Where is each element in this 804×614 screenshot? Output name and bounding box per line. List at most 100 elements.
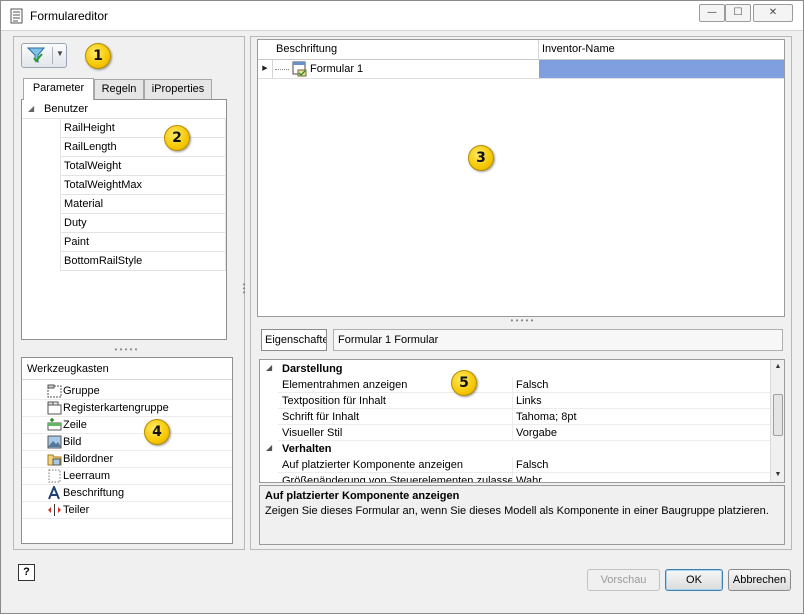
parameter-item[interactable]: Paint [60, 233, 226, 252]
empty-space-icon [48, 469, 61, 483]
toolbox-item-zeile[interactable]: Zeile [22, 417, 232, 434]
window-title: Formulareditor [30, 9, 109, 23]
callout-badge: 5 [451, 370, 477, 396]
split-divider [52, 47, 53, 64]
image-icon [47, 435, 62, 449]
left-splitter-handle[interactable]: • • • • • [114, 346, 138, 354]
property-value[interactable]: Tahoma; 8pt [516, 411, 577, 423]
toolbox-item-gruppe[interactable]: Gruppe [22, 383, 232, 400]
collapse-icon[interactable]: ◢ [28, 104, 34, 113]
property-row[interactable]: Auf platzierter Komponente anzeigen Fals… [278, 457, 770, 473]
minimize-button[interactable]: — [699, 4, 725, 22]
tab-group-icon [47, 401, 62, 415]
properties-tab[interactable]: Eigenschaften [261, 329, 327, 351]
parameter-item[interactable]: TotalWeightMax [60, 176, 226, 195]
grid-row[interactable]: ▶ Formular 1 [258, 60, 784, 79]
property-key: Textposition für Inhalt [282, 395, 386, 407]
funnel-filter-icon [26, 47, 46, 63]
toolbox-item-label: Teiler [63, 504, 90, 516]
group-icon [47, 384, 62, 398]
grid-header: Beschriftung Inventor-Name [258, 40, 784, 60]
toolbox-item-bild[interactable]: Bild [22, 434, 232, 451]
tree-group-label: Benutzer [44, 103, 89, 115]
collapse-icon[interactable]: ◢ [266, 443, 272, 452]
property-row[interactable]: Textposition für Inhalt Links [278, 393, 770, 409]
form-grid: Beschriftung Inventor-Name ▶ Formular 1 [257, 39, 785, 317]
row-selector-icon[interactable]: ▶ [258, 60, 273, 78]
column-header-inventor-name[interactable]: Inventor-Name [539, 40, 784, 60]
grid-splitter-handle[interactable]: • • • • • [251, 317, 793, 325]
filter-dropdown-button[interactable]: ▼ [21, 43, 67, 68]
tab-iproperties[interactable]: iProperties [144, 79, 212, 99]
parameter-item[interactable]: Duty [60, 214, 226, 233]
collapse-icon[interactable]: ◢ [266, 363, 272, 372]
column-header-beschriftung[interactable]: Beschriftung [273, 40, 539, 60]
scroll-down-icon[interactable]: ▼ [771, 468, 784, 482]
ok-button[interactable]: OK [665, 569, 723, 591]
parameter-item[interactable]: TotalWeight [60, 157, 226, 176]
parameter-item[interactable]: Material [60, 195, 226, 214]
tree-group-benutzer[interactable]: ◢ Benutzer [22, 100, 226, 119]
toolbox: Werkzeugkasten Gruppe Registerkartengrup… [21, 357, 233, 544]
category-verhalten[interactable]: ◢ Verhalten [260, 441, 770, 457]
callout-badge: 4 [144, 419, 170, 445]
callout-badge: 3 [468, 145, 494, 171]
close-button[interactable]: ✕ [753, 4, 793, 22]
property-key: Visueller Stil [282, 427, 343, 439]
callout-badge: 2 [164, 125, 190, 151]
property-value[interactable]: Vorgabe [516, 427, 557, 439]
cancel-button[interactable]: Abbrechen [728, 569, 791, 591]
property-value[interactable]: Falsch [516, 379, 548, 391]
divider [512, 409, 513, 424]
tab-parameter[interactable]: Parameter [23, 78, 94, 100]
toolbox-item-label: Leerraum [63, 470, 111, 482]
label-icon [48, 486, 60, 500]
parameter-item[interactable]: BottomRailStyle [60, 252, 226, 271]
maximize-button[interactable]: ☐ [725, 4, 751, 22]
property-row[interactable]: Schrift für Inhalt Tahoma; 8pt [278, 409, 770, 425]
property-key: Größenänderung von Steuerelementen zulas… [282, 475, 512, 483]
toolbox-item-registerkartengruppe[interactable]: Registerkartengruppe [22, 400, 232, 417]
divider [512, 377, 513, 392]
tab-regeln[interactable]: Regeln [94, 79, 144, 99]
property-grid-scrollbar[interactable]: ▲ ▼ [770, 360, 784, 482]
vertical-splitter-handle[interactable]: • • • [241, 281, 247, 297]
parameter-item[interactable]: RailLength [60, 138, 226, 157]
property-key: Auf platzierter Komponente anzeigen [282, 459, 464, 471]
toolbox-item-beschriftung[interactable]: Beschriftung [22, 485, 232, 502]
divider [512, 457, 513, 472]
row-icon [47, 418, 62, 431]
toolbox-item-label: Zeile [63, 419, 87, 431]
parameter-item[interactable]: RailHeight [60, 119, 226, 138]
property-row[interactable]: Visueller Stil Vorgabe [278, 425, 770, 441]
toolbox-item-label: Registerkartengruppe [63, 402, 169, 414]
properties-bar: Eigenschaften Formular 1 Formular [261, 329, 783, 351]
description-body: Zeigen Sie dieses Formular an, wenn Sie … [265, 505, 769, 517]
help-button[interactable]: ? [18, 564, 35, 581]
category-label: Verhalten [282, 443, 332, 455]
properties-title: Formular 1 Formular [333, 329, 783, 351]
property-value[interactable]: Links [516, 395, 542, 407]
row-inventor-name-cell[interactable] [539, 60, 784, 78]
toolbox-item-teiler[interactable]: Teiler [22, 502, 232, 519]
tree-connector [275, 69, 289, 70]
property-value[interactable]: Falsch [516, 459, 548, 471]
scrollbar-thumb[interactable] [773, 394, 783, 436]
chevron-down-icon[interactable]: ▼ [56, 49, 64, 58]
divider [512, 473, 513, 482]
property-value[interactable]: Wahr [516, 475, 542, 482]
category-label: Darstellung [282, 363, 343, 375]
category-darstellung[interactable]: ◢ Darstellung [260, 361, 770, 377]
toolbox-item-bildordner[interactable]: Bildordner [22, 451, 232, 468]
form-editor-app-icon [10, 8, 23, 24]
property-row[interactable]: Elementrahmen anzeigen Falsch [278, 377, 770, 393]
title-bar: Formulareditor — ☐ ✕ [1, 1, 803, 31]
scroll-up-icon[interactable]: ▲ [771, 360, 784, 374]
property-row[interactable]: Größenänderung von Steuerelementen zulas… [278, 473, 770, 483]
form-icon [292, 61, 307, 77]
property-key: Schrift für Inhalt [282, 411, 360, 423]
parameter-tree: ◢ Benutzer RailHeight RailLength TotalWe… [21, 99, 227, 340]
toolbox-item-leerraum[interactable]: Leerraum [22, 468, 232, 485]
preview-button[interactable]: Vorschau [587, 569, 660, 591]
row-label: Formular 1 [310, 63, 364, 75]
